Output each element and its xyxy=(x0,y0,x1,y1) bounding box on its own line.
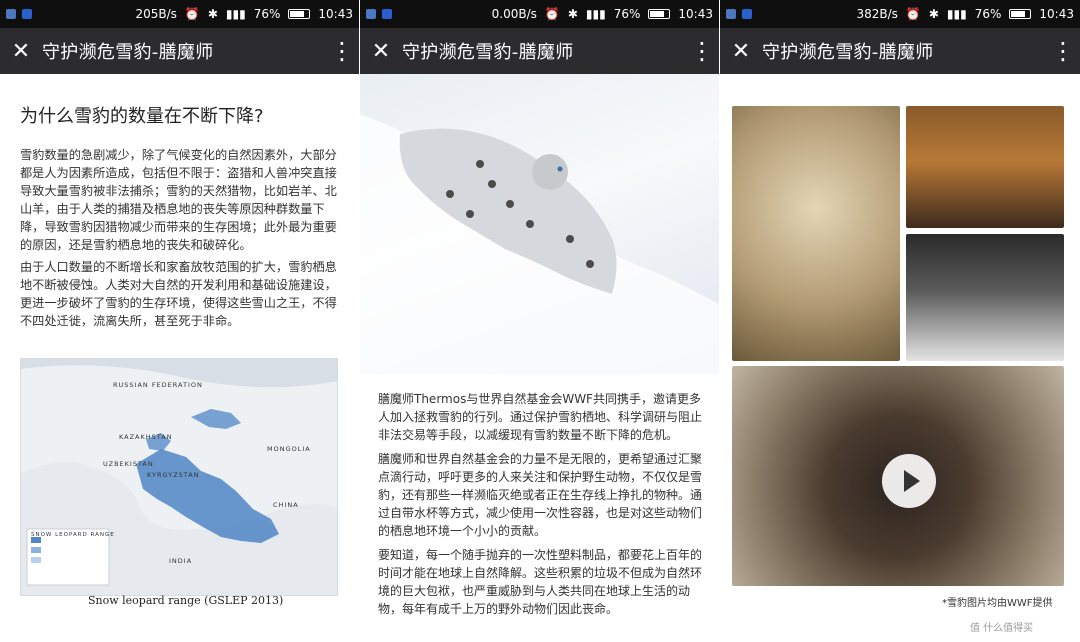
status-left xyxy=(726,9,752,19)
close-icon: ✕ xyxy=(11,38,31,64)
more-menu-button[interactable]: ⋮ xyxy=(1046,28,1080,74)
shield-icon xyxy=(22,9,32,19)
app-icon xyxy=(366,9,376,19)
clock: 10:43 xyxy=(318,7,353,21)
paragraph: 膳魔师和世界自然基金会的力量不是无限的，更希望通过汇聚点滴行动，呼吁更多的人来关… xyxy=(378,452,703,538)
watermark: 值 什么值得买 xyxy=(970,623,1034,634)
map-label: MONGOLIA xyxy=(267,445,311,453)
network-speed: 382B/s xyxy=(856,7,898,21)
leopard-on-rock-photo xyxy=(906,106,1064,228)
page-title: 守护濒危雪豹-膳魔师 xyxy=(762,42,934,63)
status-right: 382B/s ⏰ ✱ ▮▮▮ 76% 10:43 xyxy=(856,7,1074,21)
alarm-icon: ⏰ xyxy=(184,7,200,21)
map-label: INDIA xyxy=(169,557,193,565)
section-heading: 为什么雪豹的数量在不断下降? xyxy=(20,106,264,127)
app-header: ✕ 守护濒危雪豹-膳魔师 ⋮ xyxy=(0,28,359,74)
leopard-in-snow-photo xyxy=(906,234,1064,361)
cub-portrait-photo xyxy=(732,106,900,361)
more-vertical-icon: ⋮ xyxy=(690,37,714,65)
map-label: KAZAKHSTAN xyxy=(119,433,173,441)
close-button[interactable]: ✕ xyxy=(360,28,402,74)
app-header: ✕ 守护濒危雪豹-膳魔师 ⋮ xyxy=(360,28,719,74)
article: 为什么雪豹的数量在不断下降? 雪豹数量的急剧减少，除了气候变化的自然因素外，大部… xyxy=(0,74,359,642)
phone-screen-3: 382B/s ⏰ ✱ ▮▮▮ 76% 10:43 ✕ 守护濒危雪豹-膳魔师 ⋮ … xyxy=(720,0,1080,642)
signal-icon: ▮▮▮ xyxy=(946,7,967,21)
status-right: 0.00B/s ⏰ ✱ ▮▮▮ 76% 10:43 xyxy=(492,7,713,21)
shield-icon xyxy=(742,9,752,19)
battery-percent: 76% xyxy=(253,7,281,21)
bluetooth-icon: ✱ xyxy=(928,7,939,21)
map-label: CHINA xyxy=(273,501,299,509)
map-label: RUSSIAN FEDERATION xyxy=(113,381,203,389)
paragraph: 雪豹数量的急剧减少，除了气候变化的自然因素外，大部分都是人为因素所造成，包括但不… xyxy=(20,148,337,252)
paragraph: 由于人口数量的不断增长和家畜放牧范围的扩大，雪豹栖息地不断被侵蚀。人类对大自然的… xyxy=(20,260,337,328)
map-legend-title: SNOW LEOPARD RANGE xyxy=(31,532,115,538)
paragraph: 膳魔师Thermos与世界自然基金会WWF共同携手，邀请更多人加入拯救雪豹的行列… xyxy=(378,392,703,442)
app-icon xyxy=(726,9,736,19)
play-button[interactable] xyxy=(882,454,936,508)
close-button[interactable]: ✕ xyxy=(720,28,762,74)
shield-icon xyxy=(382,9,392,19)
leopard-illustration xyxy=(360,114,719,374)
battery-percent: 76% xyxy=(974,7,1002,21)
status-bar: 205B/s ⏰ ✱ ▮▮▮ 76% 10:43 xyxy=(0,0,359,28)
network-speed: 205B/s xyxy=(135,7,177,21)
close-button[interactable]: ✕ xyxy=(0,28,42,74)
more-menu-button[interactable]: ⋮ xyxy=(685,28,719,74)
range-map: RUSSIAN FEDERATION KAZAKHSTAN MONGOLIA U… xyxy=(20,358,338,596)
article: 膳魔师Thermos与世界自然基金会WWF共同携手，邀请更多人加入拯救雪豹的行列… xyxy=(360,74,719,642)
phone-screen-2: 0.00B/s ⏰ ✱ ▮▮▮ 76% 10:43 ✕ 守护濒危雪豹-膳魔师 ⋮ xyxy=(360,0,719,642)
more-vertical-icon: ⋮ xyxy=(1051,37,1075,65)
more-vertical-icon: ⋮ xyxy=(330,37,354,65)
status-right: 205B/s ⏰ ✱ ▮▮▮ 76% 10:43 xyxy=(135,7,353,21)
bluetooth-icon: ✱ xyxy=(207,7,218,21)
gallery: *雪豹图片均由WWF提供 值 什么值得买 xyxy=(720,74,1080,642)
close-icon: ✕ xyxy=(731,38,751,64)
network-speed: 0.00B/s xyxy=(491,7,537,21)
photo-credit: *雪豹图片均由WWF提供 xyxy=(942,598,1053,609)
status-bar: 0.00B/s ⏰ ✱ ▮▮▮ 76% 10:43 xyxy=(360,0,719,28)
phone-screen-1: 205B/s ⏰ ✱ ▮▮▮ 76% 10:43 ✕ 守护濒危雪豹-膳魔师 ⋮ … xyxy=(0,0,359,642)
screenshot-collage: 205B/s ⏰ ✱ ▮▮▮ 76% 10:43 ✕ 守护濒危雪豹-膳魔师 ⋮ … xyxy=(0,0,1080,642)
app-icon xyxy=(6,9,16,19)
bluetooth-icon: ✱ xyxy=(567,7,578,21)
status-left xyxy=(366,9,392,19)
clock: 10:43 xyxy=(1039,7,1074,21)
map-label: UZBEKISTAN xyxy=(103,460,154,468)
page-title: 守护濒危雪豹-膳魔师 xyxy=(402,42,574,63)
battery-icon xyxy=(288,9,311,19)
status-left xyxy=(6,9,32,19)
status-bar: 382B/s ⏰ ✱ ▮▮▮ 76% 10:43 xyxy=(720,0,1080,28)
app-header: ✕ 守护濒危雪豹-膳魔师 ⋮ xyxy=(720,28,1080,74)
paragraph: 要知道，每一个随手抛弃的一次性塑料制品，都要花上百年的时间才能在地球上自然降解。… xyxy=(378,548,703,616)
close-icon: ✕ xyxy=(371,38,391,64)
alarm-icon: ⏰ xyxy=(905,7,921,21)
map-caption: Snow leopard range (GSLEP 2013) xyxy=(88,594,284,607)
cubs-video-thumbnail[interactable] xyxy=(732,366,1064,586)
clock: 10:43 xyxy=(678,7,713,21)
page-title: 守护濒危雪豹-膳魔师 xyxy=(42,42,214,63)
more-menu-button[interactable]: ⋮ xyxy=(325,28,359,74)
map-label: KYRGYZSTAN xyxy=(147,471,200,479)
alarm-icon: ⏰ xyxy=(544,7,560,21)
snow-leopard-hero-image xyxy=(360,74,719,374)
battery-icon xyxy=(1009,9,1032,19)
signal-icon: ▮▮▮ xyxy=(585,7,606,21)
signal-icon: ▮▮▮ xyxy=(225,7,246,21)
battery-percent: 76% xyxy=(613,7,641,21)
battery-icon xyxy=(648,9,671,19)
